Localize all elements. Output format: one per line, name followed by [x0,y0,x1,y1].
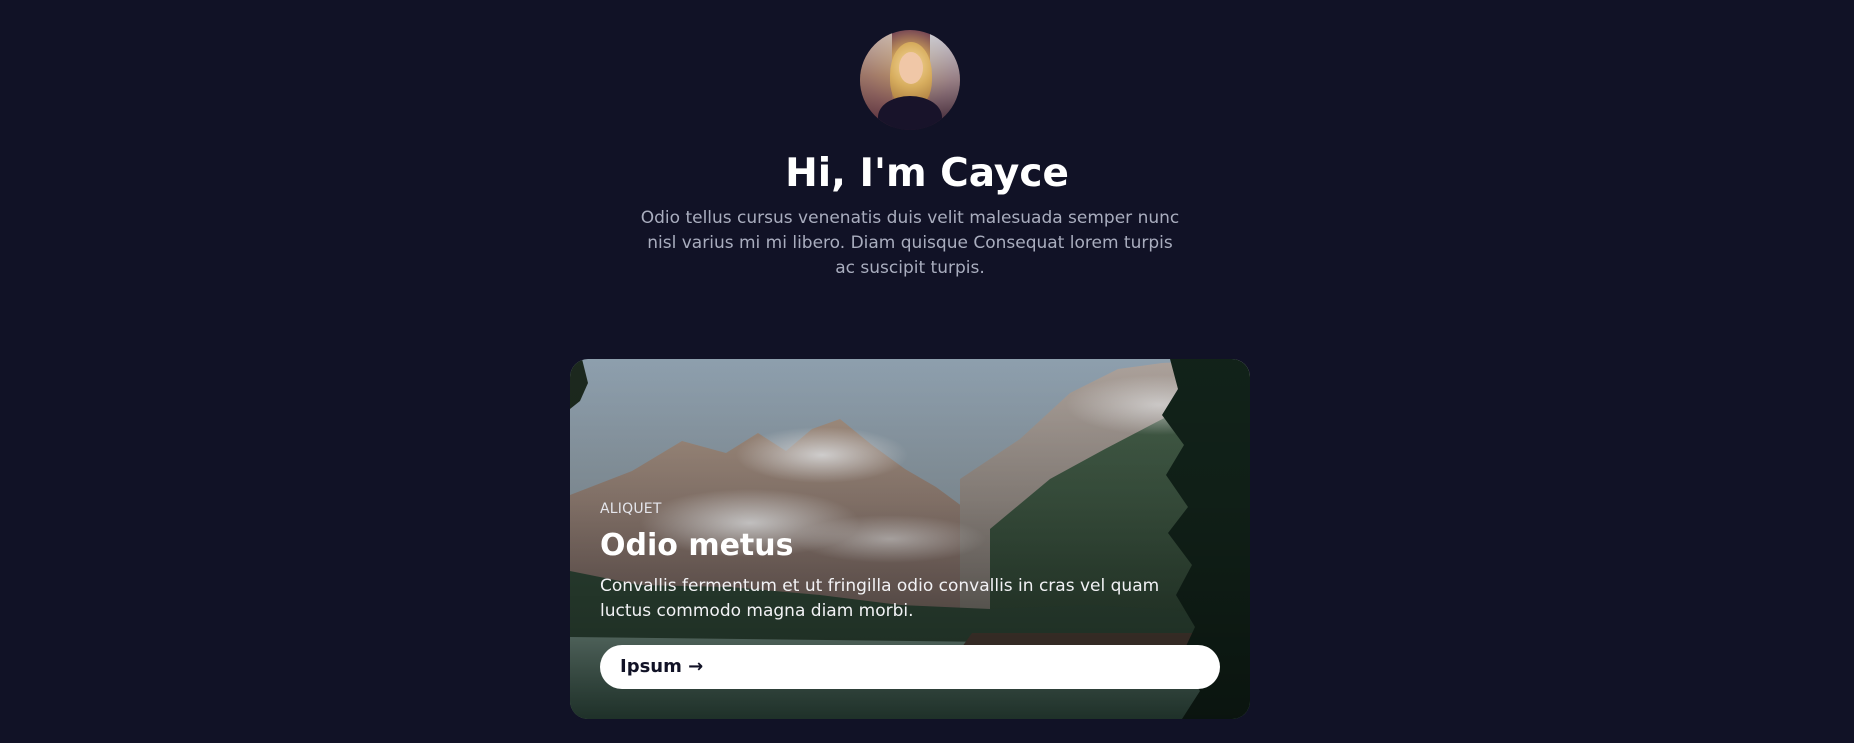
avatar [860,30,960,130]
intro-text: Odio tellus cursus venenatis duis velit … [640,208,1180,278]
featured-card: ALIQUET Odio metus Convallis fermentum e… [570,359,1250,719]
page: Hi, I'm Cayce Odio tellus cursus venenat… [0,0,1854,743]
avatar-face [899,52,923,84]
card-description: Convallis fermentum et ut fringilla odio… [600,576,1160,621]
card-content: ALIQUET Odio metus Convallis fermentum e… [600,499,1220,624]
card-eyebrow: ALIQUET [600,501,662,517]
card-title: Odio metus [600,528,794,563]
avatar-body [878,96,942,130]
ipsum-button[interactable]: Ipsum → [600,645,1220,689]
page-title: Hi, I'm Cayce [785,151,1069,196]
